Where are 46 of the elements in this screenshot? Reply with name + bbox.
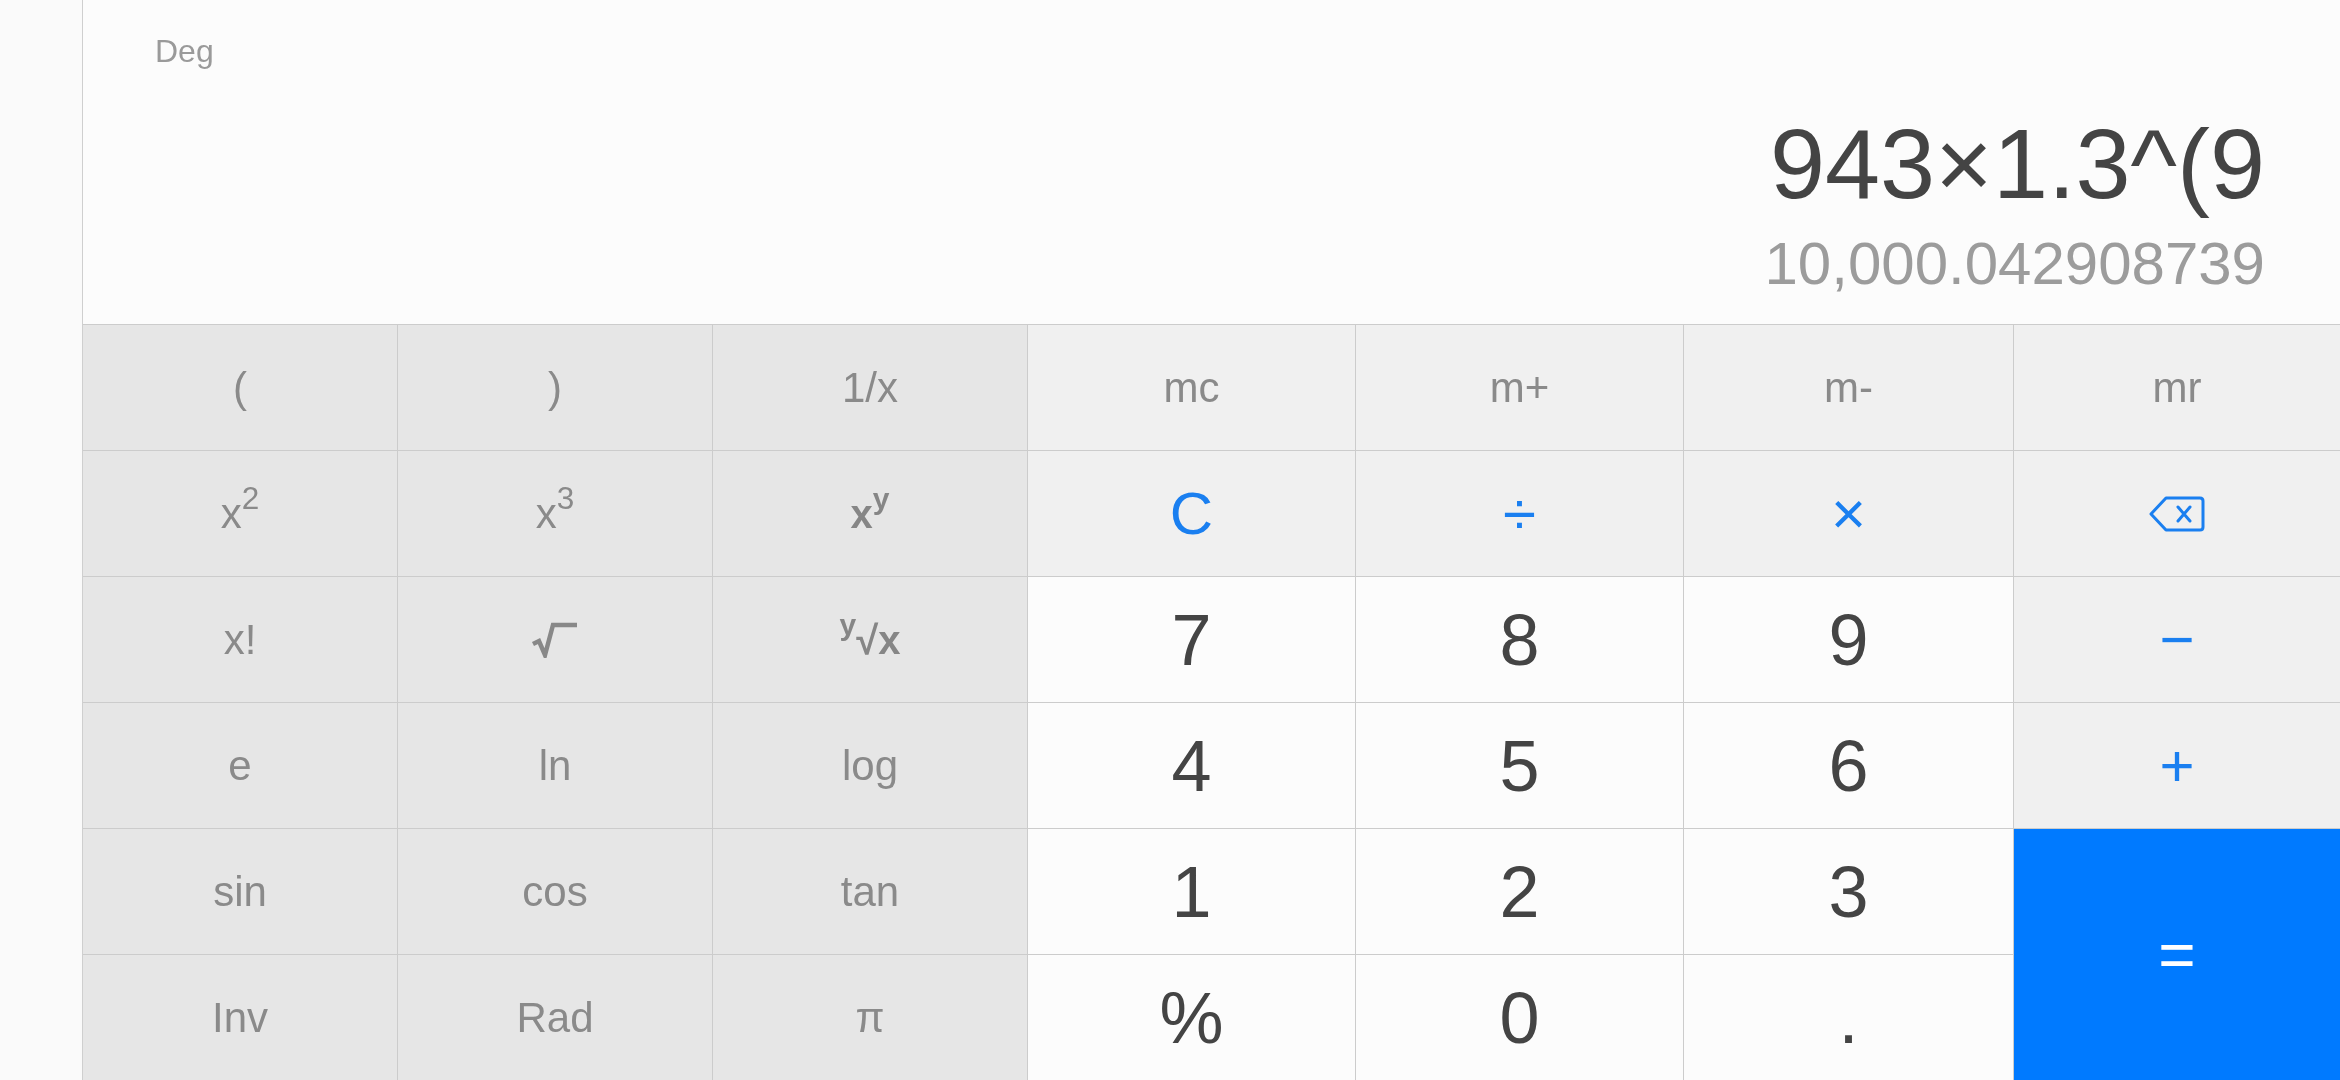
operator-key[interactable]: C: [1028, 451, 1355, 576]
function-key[interactable]: ): [398, 325, 712, 450]
memory-key[interactable]: m-: [1684, 325, 2013, 450]
digit-key[interactable]: 3: [1684, 829, 2013, 954]
function-key[interactable]: (: [83, 325, 397, 450]
backspace-icon: [2149, 495, 2205, 532]
digit-key[interactable]: 2: [1356, 829, 1683, 954]
backspace-key[interactable]: [2014, 451, 2340, 576]
function-key[interactable]: Rad: [398, 955, 712, 1080]
square-root-icon: [531, 621, 579, 658]
digit-key[interactable]: 5: [1356, 703, 1683, 828]
memory-key[interactable]: mc: [1028, 325, 1355, 450]
digit-key[interactable]: 0: [1356, 955, 1683, 1080]
digit-key[interactable]: 7: [1028, 577, 1355, 702]
digit-key[interactable]: 8: [1356, 577, 1683, 702]
function-key[interactable]: cos: [398, 829, 712, 954]
digit-key[interactable]: .: [1684, 955, 2013, 1080]
function-key[interactable]: x$^{y}$: [713, 451, 1027, 576]
operator-key[interactable]: −: [2014, 577, 2340, 702]
memory-key[interactable]: mr: [2014, 325, 2340, 450]
digit-key[interactable]: %: [1028, 955, 1355, 1080]
function-key[interactable]: x!: [83, 577, 397, 702]
function-key[interactable]: x$^{2}$: [83, 451, 397, 576]
function-key[interactable]: x$^{3}$: [398, 451, 712, 576]
memory-key[interactable]: m+: [1356, 325, 1683, 450]
function-key[interactable]: tan: [713, 829, 1027, 954]
function-key[interactable]: e: [83, 703, 397, 828]
result-text: 10,000.042908739: [1764, 229, 2265, 299]
function-key[interactable]: sin: [83, 829, 397, 954]
function-key[interactable]: log: [713, 703, 1027, 828]
operator-key[interactable]: ×: [1684, 451, 2013, 576]
function-key[interactable]: 1/x: [713, 325, 1027, 450]
square-root-key[interactable]: [398, 577, 712, 702]
equals-key[interactable]: =: [2014, 829, 2340, 1080]
function-key[interactable]: $^{y}$√x: [713, 577, 1027, 702]
operator-key[interactable]: +: [2014, 703, 2340, 828]
function-key[interactable]: ln: [398, 703, 712, 828]
digit-key[interactable]: 9: [1684, 577, 2013, 702]
digit-key[interactable]: 4: [1028, 703, 1355, 828]
digit-key[interactable]: 6: [1684, 703, 2013, 828]
operator-key[interactable]: ÷: [1356, 451, 1683, 576]
function-key[interactable]: π: [713, 955, 1027, 1080]
digit-key[interactable]: 1: [1028, 829, 1355, 954]
function-key[interactable]: Inv: [83, 955, 397, 1080]
expression-text: 943×1.3^(9: [1769, 107, 2265, 222]
angle-mode-label: Deg: [155, 32, 214, 71]
